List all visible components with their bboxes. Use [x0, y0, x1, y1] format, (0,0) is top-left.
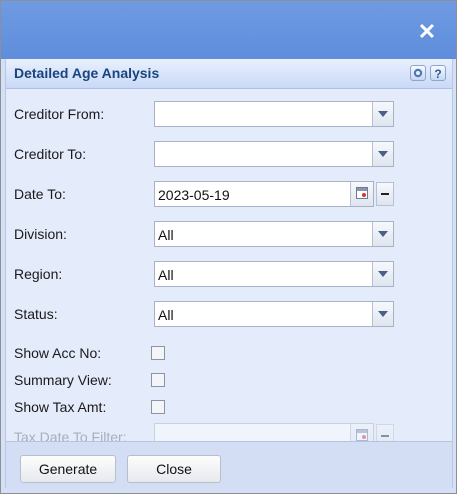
close-icon[interactable]: ✕ [414, 21, 440, 43]
clear-date-button[interactable] [376, 182, 394, 206]
creditor-from-label: Creditor From: [14, 106, 105, 122]
generate-button[interactable]: Generate [20, 455, 116, 483]
division-select[interactable]: All [154, 221, 394, 247]
chevron-down-icon[interactable] [372, 302, 393, 326]
calendar-icon[interactable] [350, 182, 373, 206]
help-icon[interactable]: ? [430, 65, 446, 81]
division-value: All [158, 227, 174, 243]
chevron-down-icon[interactable] [372, 102, 393, 126]
calendar-glyph [356, 187, 368, 199]
region-value: All [158, 267, 174, 283]
creditor-to-select[interactable] [154, 141, 394, 167]
status-value: All [158, 307, 174, 323]
division-label: Division: [14, 226, 67, 242]
status-label: Status: [14, 306, 58, 322]
chevron-down-icon[interactable] [372, 142, 393, 166]
panel-title: Detailed Age Analysis [14, 65, 160, 81]
summary-view-label: Summary View: [14, 372, 112, 388]
show-tax-amt-checkbox[interactable] [151, 400, 165, 414]
calendar-glyph [356, 429, 368, 441]
chevron-down-icon[interactable] [372, 222, 393, 246]
date-to-value: 2023-05-19 [158, 187, 230, 203]
region-select[interactable]: All [154, 261, 394, 287]
show-acc-no-checkbox[interactable] [151, 346, 165, 360]
region-label: Region: [14, 266, 63, 282]
close-button[interactable]: Close [127, 455, 221, 483]
report-dialog: ✕ Detailed Age Analysis ? Creditor From:… [0, 0, 457, 494]
dialog-footer: Generate Close [6, 441, 452, 489]
summary-view-checkbox[interactable] [151, 373, 165, 387]
date-to-label: Date To: [14, 186, 66, 202]
panel-header: Detailed Age Analysis ? [6, 59, 452, 89]
show-acc-no-label: Show Acc No: [14, 345, 102, 361]
report-panel: Detailed Age Analysis ? Creditor From: C… [5, 59, 453, 489]
show-tax-amt-label: Show Tax Amt: [14, 399, 107, 415]
creditor-to-label: Creditor To: [14, 146, 87, 162]
chevron-down-icon[interactable] [372, 262, 393, 286]
dialog-titlebar[interactable]: ✕ [1, 1, 456, 59]
date-to-input[interactable]: 2023-05-19 [154, 181, 374, 207]
gear-icon[interactable] [410, 65, 426, 81]
creditor-from-select[interactable] [154, 101, 394, 127]
status-select[interactable]: All [154, 301, 394, 327]
